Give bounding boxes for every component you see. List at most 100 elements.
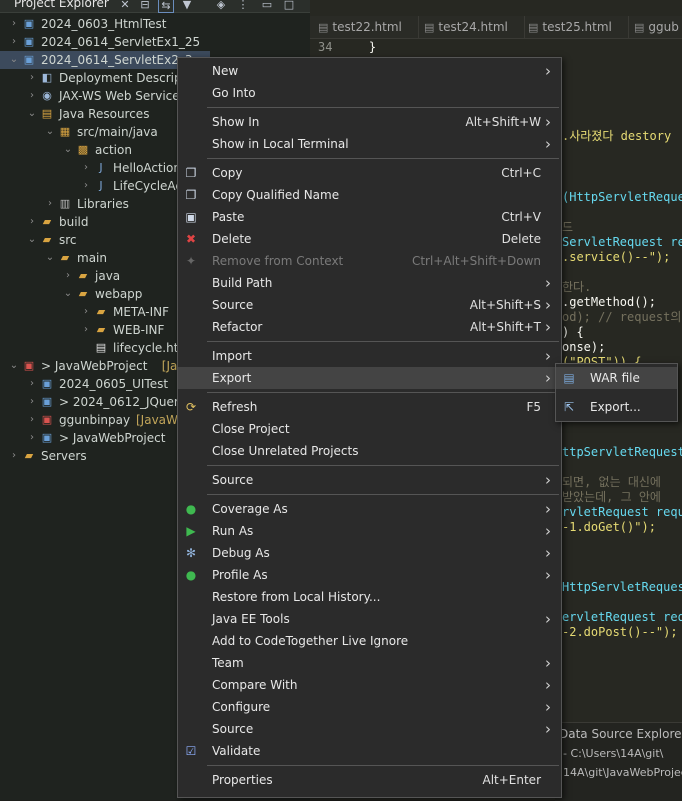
menu-item-go-into[interactable]: Go Into: [178, 82, 561, 104]
menu-item-label: Build Path: [212, 276, 273, 290]
menu-item-close-project[interactable]: Close Project: [178, 418, 561, 440]
collapse-all-icon[interactable]: ⊟: [138, 0, 152, 11]
menu-item-source-3[interactable]: Source ›: [178, 718, 561, 740]
close-view-icon[interactable]: ✕: [118, 0, 132, 11]
menu-separator: [207, 107, 559, 108]
chevron-icon[interactable]: ›: [26, 411, 38, 429]
menu-item-validate[interactable]: ☑ Validate: [178, 740, 561, 762]
tree-item[interactable]: › ▣ 2024_0614_ServletEx1_25: [0, 33, 210, 51]
tree-item-label: 2024_0614_ServletEx2_3: [41, 53, 193, 67]
chevron-icon[interactable]: ⌄: [62, 285, 74, 303]
menu-item-label: Delete: [212, 232, 252, 246]
data-source-explorer-tab[interactable]: Data Source Explorer: [559, 727, 682, 741]
tree-item-label: build: [59, 215, 89, 229]
menu-item-paste[interactable]: ▣ Paste Ctrl+V: [178, 206, 561, 228]
menu-item-export[interactable]: Export ›: [178, 367, 561, 389]
menu-item-java-ee-tools[interactable]: Java EE Tools ›: [178, 608, 561, 630]
chevron-icon[interactable]: ›: [80, 303, 92, 321]
menu-item-source[interactable]: Source Alt+Shift+S ›: [178, 294, 561, 316]
chevron-icon[interactable]: ›: [26, 213, 38, 231]
chevron-icon[interactable]: ›: [80, 159, 92, 177]
menu-item-import[interactable]: Import ›: [178, 345, 561, 367]
maximize-icon[interactable]: □: [282, 0, 296, 11]
menu-item-restore-local-history[interactable]: Restore from Local History...: [178, 586, 561, 608]
chevron-icon[interactable]: ⌄: [44, 249, 56, 267]
menu-item-configure[interactable]: Configure ›: [178, 696, 561, 718]
menu-item-close-unrelated-projects[interactable]: Close Unrelated Projects: [178, 440, 561, 462]
menu-item-refresh[interactable]: ⟳ Refresh F5: [178, 396, 561, 418]
tree-item-label: 2024_0614_ServletEx1_25: [41, 35, 201, 49]
chevron-icon[interactable]: ›: [8, 33, 20, 51]
link-with-editor-icon[interactable]: ⇆: [158, 0, 174, 13]
editor-tab[interactable]: ▤ test24.html: [420, 16, 525, 38]
editor-tab[interactable]: ▤ test22.html: [314, 16, 419, 38]
folder-icon: ▰: [60, 251, 70, 264]
chevron-icon[interactable]: ⌄: [26, 105, 38, 123]
menu-item-show-in-local-terminal[interactable]: Show in Local Terminal ›: [178, 133, 561, 155]
chevron-icon[interactable]: ›: [80, 321, 92, 339]
focus-icon[interactable]: ◈: [214, 0, 228, 11]
chevron-icon[interactable]: ›: [26, 69, 38, 87]
project-icon: ▣: [41, 377, 53, 390]
debug-icon: ✻: [185, 546, 197, 560]
chevron-icon[interactable]: ›: [26, 87, 38, 105]
menu-item-codetogether-ignore[interactable]: Add to CodeTogether Live Ignore: [178, 630, 561, 652]
tree-item-label: Libraries: [77, 197, 129, 211]
code-line: HttpServletReques: [562, 580, 682, 594]
chevron-icon[interactable]: ›: [8, 15, 20, 33]
chevron-icon[interactable]: ›: [26, 429, 38, 447]
editor-tab[interactable]: ▤ ggub: [630, 16, 682, 38]
menu-item-team[interactable]: Team ›: [178, 652, 561, 674]
menu-item-show-in[interactable]: Show In Alt+Shift+W ›: [178, 111, 561, 133]
chevron-icon[interactable]: ⌄: [62, 141, 74, 159]
html-file-icon: ▤: [634, 21, 645, 34]
tree-item-label: > 2024_0612_JQueryT: [59, 395, 194, 409]
menu-item-delete[interactable]: ✖ Delete Delete: [178, 228, 561, 250]
menu-item-label: Properties: [212, 773, 273, 787]
chevron-icon[interactable]: ›: [62, 267, 74, 285]
tree-item-label: META-INF: [113, 305, 170, 319]
folder-icon: ▰: [96, 305, 106, 318]
chevron-icon[interactable]: ⌄: [8, 357, 20, 375]
menu-item-label: Paste: [212, 210, 245, 224]
menu-item-debug-as[interactable]: ✻ Debug As ›: [178, 542, 561, 564]
menu-item-label: Restore from Local History...: [212, 590, 381, 604]
chevron-icon[interactable]: ›: [44, 195, 56, 213]
submenu-arrow-icon: ›: [545, 347, 551, 365]
submenu-arrow-icon: ›: [545, 135, 551, 153]
menu-separator: [207, 765, 559, 766]
code-line: -2.doPost()--");: [562, 625, 678, 639]
submenu-item-export[interactable]: ⇱ Export...: [556, 396, 677, 418]
menu-item-new[interactable]: New ›: [178, 60, 561, 82]
copy-qualified-icon: ❐: [185, 188, 197, 202]
menu-item-refactor[interactable]: Refactor Alt+Shift+T ›: [178, 316, 561, 338]
editor-tab-bar: ▤ test22.html ▤ test24.html ▤ test25.html ▤ ggu…: [310, 16, 682, 39]
copy-icon: ❐: [185, 166, 197, 180]
submenu-item-war-file[interactable]: ▤ WAR file: [556, 367, 677, 389]
filter-icon[interactable]: ▼: [180, 0, 194, 11]
editor-tab[interactable]: ▤ test25.html: [524, 16, 629, 38]
chevron-icon[interactable]: ⌄: [8, 51, 20, 69]
view-menu-icon[interactable]: ⋮: [236, 0, 250, 11]
menu-item-coverage-as[interactable]: ● Coverage As ›: [178, 498, 561, 520]
menu-item-copy[interactable]: ❐ Copy Ctrl+C: [178, 162, 561, 184]
chevron-icon[interactable]: ›: [26, 375, 38, 393]
project-explorer-header: Project Explorer ✕ ⊟ ⇆ ▼ ◈ ⋮ ▭ □: [0, 0, 310, 13]
menu-item-compare-with[interactable]: Compare With ›: [178, 674, 561, 696]
tree-item[interactable]: › ▣ 2024_0603_HtmlTest: [0, 15, 210, 33]
source-folder-icon: ▦: [59, 125, 71, 138]
chevron-icon[interactable]: ›: [26, 393, 38, 411]
submenu-arrow-icon: ›: [545, 654, 551, 672]
menu-item-copy-qualified-name[interactable]: ❐ Copy Qualified Name: [178, 184, 561, 206]
menu-item-profile-as[interactable]: ● Profile As ›: [178, 564, 561, 586]
minimize-icon[interactable]: ▭: [260, 0, 274, 11]
menu-item-build-path[interactable]: Build Path ›: [178, 272, 561, 294]
menu-item-source-2[interactable]: Source ›: [178, 469, 561, 491]
chevron-icon[interactable]: ⌄: [26, 231, 38, 249]
menu-item-run-as[interactable]: ▶ Run As ›: [178, 520, 561, 542]
paste-icon: ▣: [185, 210, 197, 224]
menu-item-properties[interactable]: Properties Alt+Enter: [178, 769, 561, 791]
chevron-icon[interactable]: ⌄: [44, 123, 56, 141]
chevron-icon[interactable]: ›: [8, 447, 20, 465]
chevron-icon[interactable]: ›: [80, 177, 92, 195]
